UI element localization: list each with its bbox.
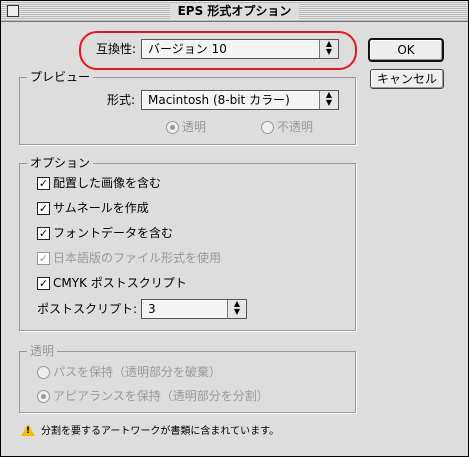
transparent-label: 透明 <box>182 120 207 134</box>
postscript-level-select[interactable]: 3 ▲ ▼ <box>141 299 247 319</box>
postscript-level-value: 3 <box>148 302 156 316</box>
options-group-label: オプション <box>27 156 94 170</box>
include-placed-images-checkbox[interactable]: ✓ <box>37 177 50 190</box>
japanese-format-checkbox[interactable]: ✓ <box>37 252 50 265</box>
include-placed-images-label: 配置した画像を含む <box>53 176 162 190</box>
transparency-group-label: 透明 <box>27 344 58 358</box>
ok-button[interactable]: OK <box>368 38 444 62</box>
postscript-level-label: ポストスクリプト: <box>37 302 138 316</box>
cmyk-postscript-checkbox[interactable]: ✓ <box>37 277 50 290</box>
japanese-format-label: 日本語版のファイル形式を使用 <box>53 251 222 265</box>
warning-text: 分割を要するアートワークが書類に含まれています。 <box>41 426 280 437</box>
include-font-data-label: フォントデータを含む <box>53 226 174 240</box>
updown-arrows-icon: ▲ ▼ <box>227 300 246 318</box>
cancel-button[interactable]: キャンセル <box>370 69 444 89</box>
updown-arrows-icon: ▲ ▼ <box>319 91 338 109</box>
preview-group <box>19 77 356 145</box>
warning-icon-mark: ! <box>26 426 31 436</box>
preserve-appearance-label: アピアランスを保持（透明部分を分割） <box>53 389 269 403</box>
cmyk-postscript-label: CMYK ポストスクリプト <box>53 276 187 290</box>
highlight-annotation <box>79 31 357 70</box>
preserve-paths-radio[interactable] <box>37 366 50 379</box>
create-thumbnail-checkbox[interactable]: ✓ <box>37 202 50 215</box>
preserve-appearance-radio[interactable] <box>37 390 50 403</box>
transparency-group <box>19 351 356 413</box>
close-box[interactable] <box>7 5 19 17</box>
include-font-data-checkbox[interactable]: ✓ <box>37 227 50 240</box>
preview-group-label: プレビュー <box>27 70 94 84</box>
title-bar[interactable]: EPS 形式オプション <box>1 1 468 22</box>
window-title: EPS 形式オプション <box>169 3 300 19</box>
eps-options-dialog: EPS 形式オプション 互換性: バージョン 10 ▲ ▼ OK キャンセル プレ… <box>0 0 469 457</box>
format-value: Macintosh (8-bit カラー) <box>148 93 290 107</box>
format-label: 形式: <box>107 93 136 107</box>
opaque-label: 不透明 <box>277 120 314 134</box>
transparent-radio[interactable] <box>166 121 179 134</box>
opaque-radio[interactable] <box>261 121 274 134</box>
preserve-paths-label: パスを保持（透明部分を破棄） <box>53 365 222 379</box>
create-thumbnail-label: サムネールを作成 <box>53 201 149 215</box>
format-select[interactable]: Macintosh (8-bit カラー) ▲ ▼ <box>141 90 339 110</box>
